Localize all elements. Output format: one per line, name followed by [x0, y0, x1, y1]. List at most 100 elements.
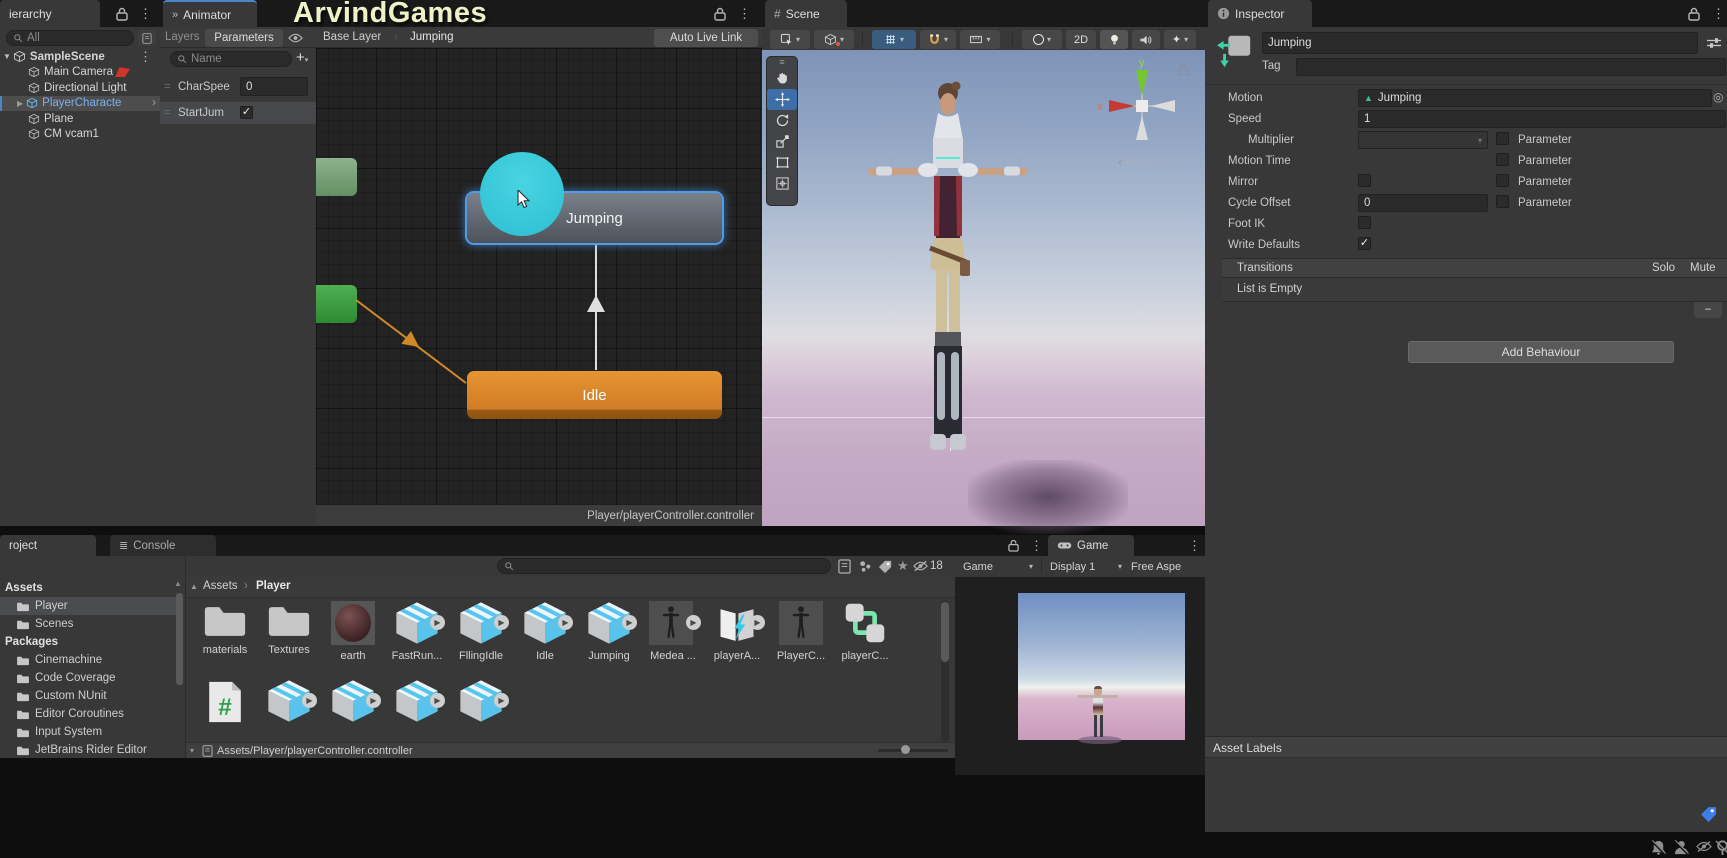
overlay-drag-handle[interactable]: ≡ — [767, 57, 797, 68]
asset-item[interactable]: earth — [324, 601, 382, 662]
play-badge-icon[interactable]: ▶ — [302, 693, 317, 708]
prefab-open-arrow[interactable]: › — [152, 97, 156, 109]
asset-labels-header[interactable]: Asset Labels — [1205, 736, 1727, 758]
parameter-value-field[interactable]: 0 — [240, 77, 308, 96]
animator-layers-tab[interactable]: Layers — [165, 31, 200, 43]
collapse-arrow-icon[interactable]: ▾ — [190, 746, 194, 755]
asset-item[interactable]: ▶ Idle — [516, 601, 574, 662]
asset-item[interactable]: ▶ — [260, 679, 318, 726]
tab-console[interactable]: ≣ Console — [110, 535, 216, 556]
saved-search-icon[interactable] — [838, 559, 851, 574]
motion-object-field[interactable]: ▲ Jumping — [1358, 89, 1712, 107]
kebab-menu-icon[interactable]: ⋮ — [738, 7, 751, 20]
visibility-off-icon[interactable] — [1696, 840, 1712, 853]
asset-item[interactable]: PlayerC... — [772, 601, 830, 662]
hierarchy-row[interactable]: Plane — [0, 111, 160, 127]
mirror-parameter-checkbox[interactable] — [1496, 174, 1509, 187]
transform-tool-button[interactable] — [767, 173, 797, 194]
tab-inspector[interactable]: Inspector — [1208, 0, 1312, 27]
play-badge-icon[interactable]: ▶ — [430, 693, 445, 708]
state-name-field[interactable]: Jumping — [1262, 32, 1698, 54]
object-picker-icon[interactable]: ◎ — [1713, 90, 1723, 104]
scene-pivot-button[interactable]: ▾ — [814, 30, 854, 49]
hierarchy-search-input[interactable]: All — [6, 30, 134, 46]
breadcrumb-assets[interactable]: Assets — [203, 580, 238, 592]
label-tag-icon[interactable] — [1700, 806, 1717, 823]
tree-item[interactable]: Cinemachine — [0, 651, 184, 669]
tree-item[interactable]: Scenes — [0, 615, 184, 633]
tab-animator[interactable]: » Animator — [163, 0, 257, 27]
parameter-row-selected[interactable]: = StartJum ✓ — [160, 102, 316, 124]
hierarchy-row[interactable]: CM vcam1 — [0, 127, 160, 143]
lock-icon[interactable] — [1688, 7, 1700, 21]
animator-graph-canvas[interactable] — [316, 48, 762, 505]
presets-icon[interactable] — [1706, 37, 1722, 49]
lock-icon[interactable] — [1008, 539, 1019, 552]
play-badge-icon[interactable]: ▶ — [494, 693, 509, 708]
tag-field[interactable] — [1296, 58, 1726, 76]
increment-snap-button[interactable]: ▾ — [960, 30, 1000, 49]
project-search-input[interactable] — [497, 558, 831, 574]
rotate-tool-button[interactable] — [767, 110, 797, 131]
parameter-row[interactable]: = CharSpee 0 — [160, 76, 316, 98]
cycle-offset-field[interactable]: 0 — [1358, 194, 1488, 212]
kebab-menu-icon[interactable]: ⋮ — [1030, 539, 1043, 552]
lock-icon[interactable] — [714, 7, 726, 21]
2d-toggle-button[interactable]: 2D — [1066, 30, 1096, 49]
add-parameter-button[interactable]: +▾ — [296, 49, 316, 69]
multiplier-parameter-checkbox[interactable] — [1496, 132, 1509, 145]
tree-scroll-up-arrow[interactable]: ▲ — [174, 579, 182, 588]
notifications-muted-icon[interactable] — [1650, 839, 1667, 856]
speed-field[interactable]: 1 — [1358, 110, 1726, 128]
lock-icon[interactable] — [116, 7, 128, 21]
play-badge-icon[interactable]: ▶ — [622, 615, 637, 630]
add-behaviour-button[interactable]: Add Behaviour — [1408, 341, 1674, 363]
tree-item[interactable]: Editor Coroutines — [0, 705, 184, 723]
hierarchy-row-scene[interactable]: ▼ SampleScene ⋮ — [0, 49, 160, 65]
asset-item[interactable]: materials — [196, 601, 254, 656]
tab-game[interactable]: Game — [1048, 535, 1134, 556]
remove-transition-button[interactable]: − — [1694, 302, 1722, 318]
play-badge-icon[interactable]: ▶ — [494, 615, 509, 630]
tree-item[interactable]: Input System — [0, 723, 184, 741]
asset-item[interactable]: ▶ Jumping — [580, 601, 638, 662]
breadcrumb-player[interactable]: Player — [256, 580, 291, 592]
drag-handle-icon[interactable]: = — [164, 107, 171, 119]
thumbnail-size-slider-knob[interactable] — [901, 745, 910, 754]
cycle-offset-parameter-checkbox[interactable] — [1496, 195, 1509, 208]
asset-bundle-icon[interactable] — [858, 559, 873, 574]
favorites-star-icon[interactable]: ★ — [897, 558, 909, 574]
tree-scrollbar-thumb[interactable] — [176, 593, 183, 685]
tab-hierarchy[interactable]: ierarchy — [0, 0, 100, 27]
foot-ik-checkbox[interactable] — [1358, 216, 1371, 229]
breadcrumb-current-state[interactable]: Jumping — [410, 31, 453, 43]
game-mode-dropdown[interactable]: Game▾ — [959, 558, 1037, 575]
tree-item[interactable]: Custom NUnit — [0, 687, 184, 705]
tree-item-assets[interactable]: Assets — [0, 579, 184, 597]
scene-effects-button[interactable]: ✦▾ — [1164, 30, 1196, 49]
hand-tool-button[interactable] — [767, 68, 797, 89]
play-badge-icon[interactable]: ▶ — [686, 615, 701, 630]
shading-mode-button[interactable]: ▾ — [1022, 30, 1062, 49]
parameter-search-input[interactable]: Name — [170, 51, 292, 67]
asset-item[interactable]: ▶ Medea ... — [644, 601, 702, 662]
scene-tool-settings-button[interactable]: ▾ — [770, 30, 810, 49]
game-display-dropdown[interactable]: Display 1▾ — [1046, 558, 1126, 575]
asset-item[interactable]: ▶ FastRun... — [388, 601, 446, 662]
mini-lock-icon[interactable] — [1178, 63, 1189, 76]
state-node-idle[interactable]: Idle — [467, 371, 722, 419]
location-off-icon[interactable] — [1714, 839, 1727, 856]
multiplier-dropdown[interactable]: ▾ — [1358, 131, 1488, 149]
asset-item[interactable]: ▶ FllingIdle — [452, 601, 510, 662]
animator-parameters-tab[interactable]: Parameters — [205, 29, 283, 47]
motion-time-parameter-checkbox[interactable] — [1496, 153, 1509, 166]
state-node-partial-green[interactable] — [316, 158, 357, 196]
collab-offline-icon[interactable] — [1673, 839, 1690, 856]
hierarchy-search-filter-button[interactable] — [138, 30, 156, 46]
expand-arrow-icon[interactable]: ▼ — [3, 52, 11, 61]
auto-live-link-button[interactable]: Auto Live Link — [654, 29, 758, 47]
parameter-checkbox-checked[interactable]: ✓ — [240, 106, 253, 119]
play-badge-icon[interactable]: ▶ — [430, 615, 445, 630]
asset-item[interactable]: ▶ — [452, 679, 510, 726]
tab-scene[interactable]: # Scene — [765, 0, 847, 27]
